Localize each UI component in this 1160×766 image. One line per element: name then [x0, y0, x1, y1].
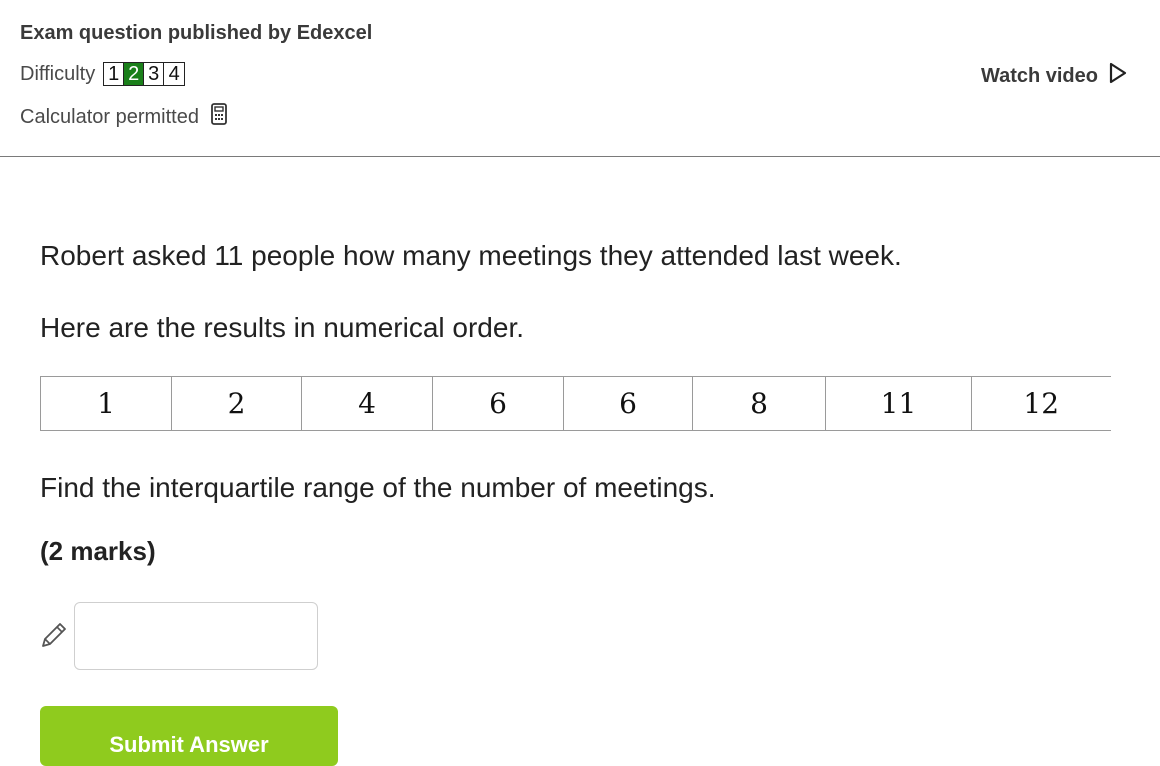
data-table: 1 2 4 6 6 8 11 12 — [40, 376, 1111, 431]
question-text-3: Find the interquartile range of the numb… — [40, 472, 716, 503]
table-cell: 2 — [171, 376, 302, 431]
table-cell: 11 — [825, 376, 972, 431]
table-row: 1 2 4 6 6 8 11 12 — [40, 376, 1111, 431]
question-header: Exam question published by Edexcel Diffi… — [0, 0, 1160, 157]
table-cell: 4 — [301, 376, 433, 431]
calculator-icon — [211, 103, 227, 131]
question-text-2: Here are the results in numerical order. — [40, 312, 524, 343]
watch-video-label: Watch video — [980, 64, 1098, 87]
difficulty-levels: 1 2 3 4 — [103, 62, 186, 86]
submit-answer-button[interactable]: Submit Answer — [40, 706, 338, 766]
marks-label: (2 marks) — [40, 536, 156, 566]
difficulty-label: Difficulty — [20, 62, 96, 85]
difficulty-level-4: 4 — [168, 63, 180, 85]
table-cell: 12 — [971, 376, 1111, 431]
question-text-1: Robert asked 11 people how many meetings… — [40, 240, 902, 271]
table-cell: 8 — [692, 376, 826, 431]
table-cell: 6 — [432, 376, 564, 431]
answer-input[interactable] — [74, 602, 318, 670]
calculator-label: Calculator permitted — [20, 105, 199, 128]
difficulty-level-1: 1 — [104, 63, 125, 85]
calculator-row: Calculator permitted — [20, 103, 227, 131]
table-cell: 1 — [40, 376, 172, 431]
publisher-text: Exam question published by Edexcel — [20, 22, 373, 44]
difficulty-level-3: 3 — [144, 63, 165, 85]
watch-video-link[interactable]: Watch video — [981, 62, 1128, 90]
table-cell: 6 — [563, 376, 693, 431]
difficulty-row: Difficulty 1 2 3 4 — [20, 62, 186, 86]
answer-row — [36, 602, 318, 670]
difficulty-level-2: 2 — [124, 63, 145, 85]
pencil-icon — [36, 616, 70, 656]
play-icon — [1108, 62, 1128, 90]
